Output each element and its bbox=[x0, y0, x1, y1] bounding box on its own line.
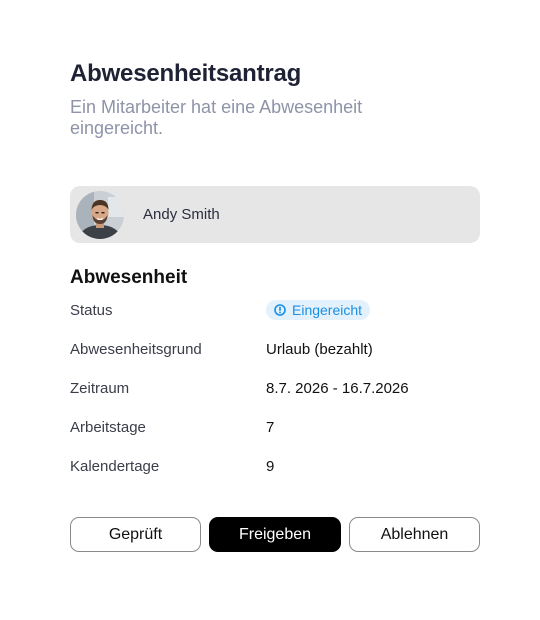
employee-card: Andy Smith bbox=[70, 186, 480, 243]
detail-value: 7 bbox=[266, 418, 275, 436]
detail-label: Arbeitstage bbox=[70, 418, 146, 436]
detail-value: Urlaub (bezahlt) bbox=[266, 340, 373, 358]
reject-button[interactable]: Ablehnen bbox=[349, 517, 480, 552]
section-title-absence: Abwesenheit bbox=[70, 267, 188, 288]
detail-value: 8.7. 2026 - 16.7.2026 bbox=[266, 379, 409, 397]
avatar bbox=[76, 190, 124, 239]
checked-button[interactable]: Geprüft bbox=[70, 517, 201, 552]
detail-row-calendar-days: Kalendertage 9 bbox=[70, 456, 480, 476]
detail-row-period: Zeitraum 8.7. 2026 - 16.7.2026 bbox=[70, 378, 480, 398]
detail-value: 9 bbox=[266, 457, 275, 475]
detail-label: Abwesenheitsgrund bbox=[70, 340, 202, 358]
detail-label: Status bbox=[70, 301, 113, 319]
absence-request-card: Abwesenheitsantrag Ein Mitarbeiter hat e… bbox=[0, 0, 540, 620]
approve-button[interactable]: Freigeben bbox=[209, 517, 341, 552]
detail-row-workdays: Arbeitstage 7 bbox=[70, 417, 480, 437]
detail-label: Zeitraum bbox=[70, 379, 130, 397]
status-badge: Eingereicht bbox=[266, 300, 371, 320]
detail-row-status: Status Eingereicht bbox=[70, 300, 480, 320]
page-title: Abwesenheitsantrag bbox=[70, 60, 302, 87]
detail-row-reason: Abwesenheitsgrund Urlaub (bezahlt) bbox=[70, 339, 480, 359]
employee-name: Andy Smith bbox=[143, 206, 220, 223]
detail-label: Kalendertage bbox=[70, 457, 160, 475]
page-subtitle: Ein Mitarbeiter hat eine Abwesenheit ein… bbox=[70, 97, 363, 138]
status-badge-label: Eingereicht bbox=[292, 302, 363, 318]
info-icon bbox=[274, 304, 286, 316]
user-photo-icon bbox=[76, 190, 124, 239]
